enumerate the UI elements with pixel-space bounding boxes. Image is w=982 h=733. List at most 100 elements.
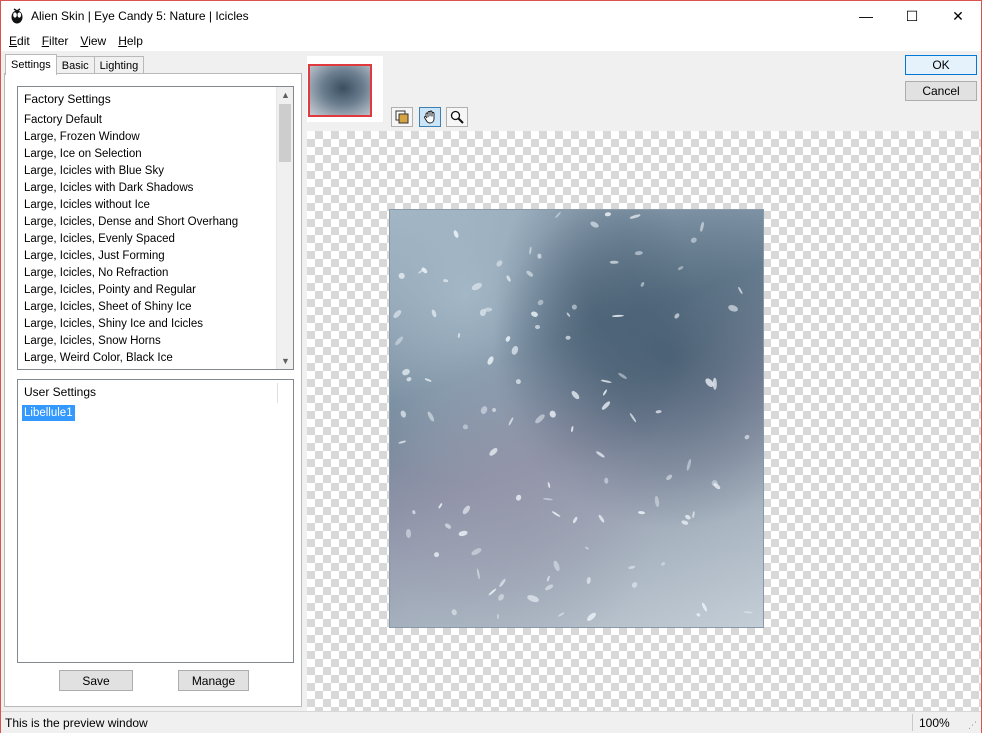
close-button[interactable]: ✕ <box>935 1 981 31</box>
status-text: This is the preview window <box>5 716 148 730</box>
factory-setting-item[interactable]: Large, Icicles with Dark Shadows <box>24 180 275 197</box>
user-settings-list[interactable]: User Settings Libellule1 <box>17 379 294 663</box>
menu-filter-label: ilter <box>49 34 69 48</box>
window-title: Alien Skin | Eye Candy 5: Nature | Icicl… <box>31 9 249 23</box>
snow-flake <box>510 345 519 356</box>
snow-flake <box>505 274 512 282</box>
factory-setting-item[interactable]: Large, Ice on Selection <box>24 146 275 163</box>
preview-image[interactable] <box>389 209 764 628</box>
hand-icon <box>424 110 435 124</box>
snow-flake <box>488 446 499 458</box>
snow-flake <box>485 354 495 366</box>
snow-flake <box>597 514 606 524</box>
navigator-thumbnail[interactable] <box>308 64 372 117</box>
factory-setting-item[interactable]: Factory Default <box>24 112 275 129</box>
factory-setting-item[interactable]: Large, Icicles, Sheet of Shiny Ice <box>24 299 275 316</box>
snow-flake <box>487 587 497 596</box>
scroll-up-icon[interactable]: ▲ <box>277 87 294 103</box>
snow-flake <box>392 309 403 320</box>
menu-view[interactable]: View <box>74 32 112 50</box>
menu-filter[interactable]: Filter <box>36 32 75 50</box>
snow-flake <box>507 416 514 426</box>
snow-flake <box>570 389 582 401</box>
factory-setting-item[interactable]: Large, Icicles, Just Forming <box>24 248 275 265</box>
menu-edit[interactable]: Edit <box>3 32 36 50</box>
status-separator <box>912 714 913 731</box>
factory-setting-item[interactable]: Large, Icicles with Blue Sky <box>24 163 275 180</box>
menu-help[interactable]: Help <box>112 32 149 50</box>
factory-settings-items: Factory Default Large, Frozen Window Large… <box>24 112 275 367</box>
scroll-thumb[interactable] <box>279 104 291 162</box>
snow-flake <box>654 495 660 507</box>
snow-flake <box>634 250 644 256</box>
snow-flake <box>602 388 608 396</box>
factory-setting-item[interactable]: Large, Icicles, Snow Horns <box>24 333 275 350</box>
snow-flake <box>554 211 562 219</box>
factory-setting-item[interactable]: Large, Icicles without Ice <box>24 197 275 214</box>
snow-flake <box>726 303 739 313</box>
snow-flake <box>432 551 440 559</box>
snow-flake <box>558 611 566 618</box>
navigator-icon <box>395 110 409 124</box>
factory-setting-item[interactable]: Large, Icicles, Pointy and Regular <box>24 282 275 299</box>
snow-flake <box>701 602 709 613</box>
snow-flake <box>542 497 553 501</box>
snow-flake <box>411 509 416 515</box>
snow-flake <box>424 378 432 383</box>
tab-strip: Settings Basic Lighting <box>5 54 145 75</box>
tab-settings[interactable]: Settings <box>5 54 57 75</box>
snow-flake <box>457 332 461 338</box>
navigator-tool-button[interactable] <box>391 107 413 127</box>
snow-flake <box>696 612 701 618</box>
snow-flake <box>565 335 571 340</box>
snow-flake <box>550 510 561 518</box>
factory-setting-item[interactable]: Large, Frozen Window <box>24 129 275 146</box>
snow-flake <box>470 281 483 292</box>
resize-grip-icon[interactable]: ⋰ <box>968 720 978 730</box>
snow-flake <box>505 335 512 343</box>
snow-flake <box>497 614 500 620</box>
save-button[interactable]: Save <box>59 670 133 691</box>
snow-flake <box>426 410 436 423</box>
maximize-button[interactable]: ☐ <box>889 1 935 31</box>
snow-flake <box>552 559 562 572</box>
snow-flake <box>680 519 689 526</box>
snow-flake <box>612 315 625 318</box>
snow-flake <box>743 611 753 615</box>
snow-flake <box>673 312 681 320</box>
ok-button[interactable]: OK <box>905 55 977 75</box>
manage-button[interactable]: Manage <box>178 670 249 691</box>
snow-flake <box>585 610 598 623</box>
snow-flake <box>397 440 407 445</box>
snow-flake <box>601 400 612 411</box>
user-settings-header: User Settings <box>24 385 97 399</box>
factory-setting-item[interactable]: Large, Weird Color, Black Ice <box>24 350 275 367</box>
factory-setting-item[interactable]: Large, Icicles, Dense and Short Overhang <box>24 214 275 231</box>
menu-edit-accel: E <box>9 34 18 48</box>
cancel-button[interactable]: Cancel <box>905 81 977 101</box>
factory-setting-item[interactable]: Large, Icicles, Evenly Spaced <box>24 231 275 248</box>
factory-settings-list[interactable]: Factory Settings Factory Default Large, F… <box>17 86 294 370</box>
settings-tab-panel: Factory Settings Factory Default Large, F… <box>4 73 302 707</box>
snow-flake <box>628 412 638 423</box>
minimize-button[interactable]: — <box>843 1 889 31</box>
snow-flake <box>570 425 574 432</box>
factory-setting-item[interactable]: Large, Icicles, No Refraction <box>24 265 275 282</box>
scroll-down-icon[interactable]: ▼ <box>277 353 294 369</box>
hand-tool-button[interactable] <box>419 107 441 127</box>
user-setting-item[interactable]: Libellule1 <box>22 405 75 421</box>
snow-flake <box>406 376 413 383</box>
status-bar: This is the preview window 100% ⋰ <box>1 711 981 733</box>
menu-help-accel: H <box>118 34 127 48</box>
snow-flake <box>462 423 469 430</box>
zoom-tool-button[interactable] <box>446 107 468 127</box>
column-separator <box>277 383 278 403</box>
snow-flake <box>665 473 674 483</box>
snow-flake <box>498 577 508 588</box>
snow-flake <box>676 265 684 272</box>
snow-flake <box>514 377 523 386</box>
factory-setting-item[interactable]: Large, Icicles, Shiny Ice and Icicles <box>24 316 275 333</box>
snow-flake <box>595 450 606 459</box>
factory-list-scrollbar[interactable]: ▲ ▼ <box>276 87 293 369</box>
snow-flake <box>603 477 609 484</box>
